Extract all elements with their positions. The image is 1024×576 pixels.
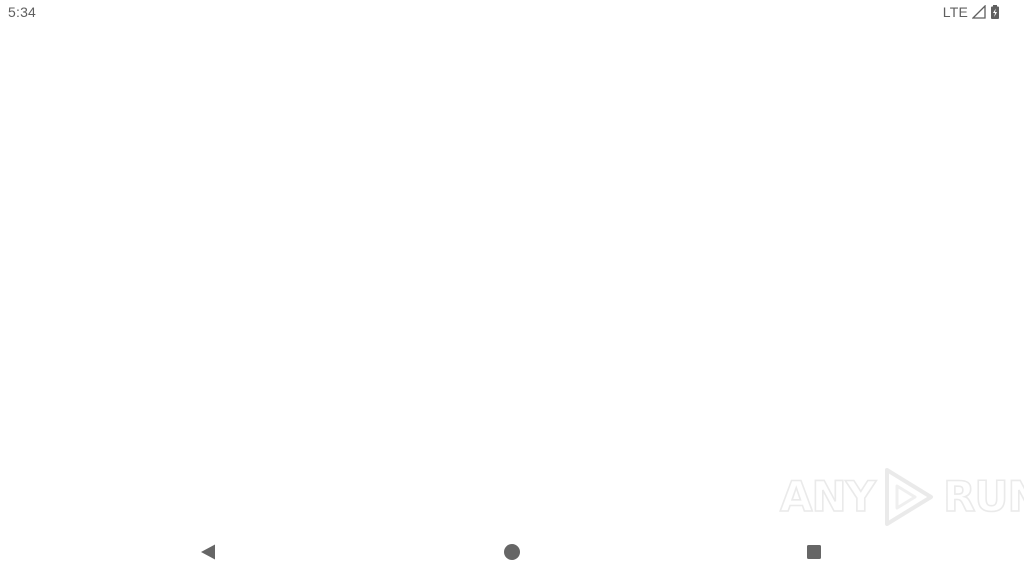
back-button[interactable] — [188, 536, 228, 568]
navigation-bar — [0, 528, 1024, 576]
recents-button[interactable] — [794, 536, 834, 568]
home-circle-icon — [504, 544, 520, 560]
back-triangle-icon — [201, 544, 215, 560]
status-clock: 5:34 — [8, 4, 37, 20]
status-bar: 5:34 LTE — [0, 0, 1024, 24]
android-screen: 5:34 LTE ANY RU — [0, 0, 1024, 576]
anyrun-watermark: ANY RUN — [779, 462, 1024, 532]
signal-icon — [971, 4, 986, 19]
watermark-text-right: RUN — [942, 471, 1024, 522]
status-indicators: LTE — [943, 3, 1004, 21]
app-content-area[interactable] — [0, 24, 1024, 528]
network-type-label: LTE — [942, 4, 968, 20]
play-triangle-logo — [881, 466, 937, 528]
battery-charging-icon — [990, 5, 1004, 19]
watermark-text-left: ANY — [779, 471, 877, 522]
recents-square-icon — [807, 545, 821, 559]
home-button[interactable] — [492, 536, 532, 568]
